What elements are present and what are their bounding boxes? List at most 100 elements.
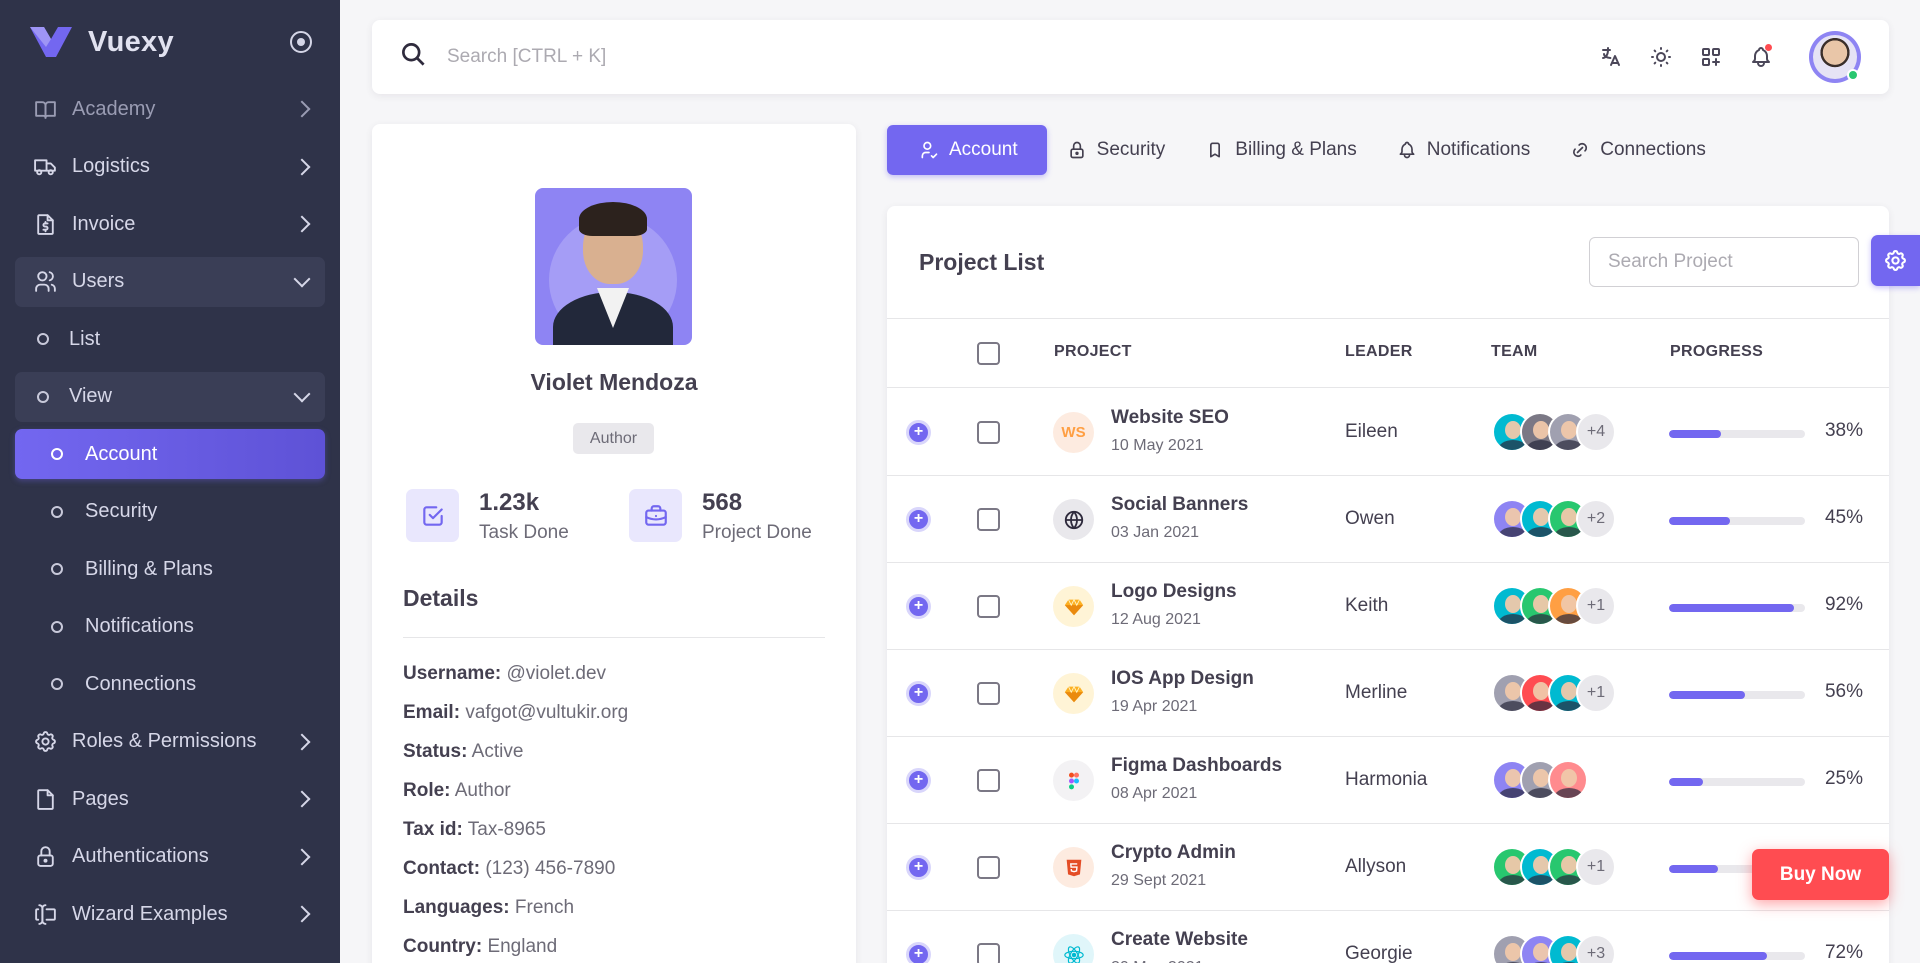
brand-name: Vuexy [88, 25, 174, 58]
sidebar-item-list[interactable]: List [15, 314, 325, 364]
progress-fill [1669, 865, 1718, 873]
bookmark-icon [1210, 142, 1221, 158]
sidebar-item-wizard-examples[interactable]: Wizard Examples [15, 889, 325, 939]
tab-billing-plans[interactable]: Billing & Plans [1185, 125, 1376, 175]
project-name[interactable]: IOS App Design [1111, 668, 1254, 690]
tab-account[interactable]: Account [887, 125, 1047, 175]
sidebar-item-label: Academy [72, 97, 156, 120]
team-more-count[interactable]: +1 [1576, 847, 1616, 887]
sidebar-item-logistics[interactable]: Logistics [15, 142, 325, 192]
bell-icon [1399, 141, 1415, 159]
progress-percent: 92% [1824, 594, 1863, 615]
sidebar-toggle-icon[interactable] [290, 31, 312, 53]
sidebar-item-authentications[interactable]: Authentications [15, 832, 325, 882]
tab-notifications[interactable]: Notifications [1377, 125, 1551, 175]
project-name[interactable]: Social Banners [1111, 494, 1248, 516]
sun-icon[interactable] [1649, 45, 1673, 69]
topbar [372, 20, 1889, 94]
row-expand-button[interactable]: + [906, 768, 931, 793]
sidebar-item-label: Invoice [72, 212, 136, 235]
row-expand-button[interactable]: + [906, 420, 931, 445]
row-checkbox[interactable] [977, 682, 1000, 705]
project-name[interactable]: Create Website [1111, 929, 1248, 951]
row-expand-button[interactable]: + [906, 855, 931, 880]
buy-now-button[interactable]: Buy Now [1752, 849, 1889, 900]
team-more-count[interactable]: +3 [1576, 934, 1616, 963]
column-header-leader[interactable]: LEADER [1345, 343, 1413, 361]
translate-icon[interactable] [1599, 45, 1623, 69]
bell-icon[interactable] [1749, 44, 1773, 69]
progress-fill [1669, 778, 1703, 786]
project-name[interactable]: Figma Dashboards [1111, 755, 1282, 777]
team-more-count[interactable]: +2 [1576, 499, 1616, 539]
divider [403, 637, 825, 638]
sidebar-item-invoice[interactable]: Invoice [15, 199, 325, 249]
sidebar-item-notifications[interactable]: Notifications [15, 602, 325, 652]
select-all-checkbox[interactable] [977, 342, 1000, 365]
sidebar-item-label: Logistics [72, 155, 150, 177]
row-checkbox[interactable] [977, 421, 1000, 444]
book-icon [32, 96, 58, 122]
team-more-count[interactable]: +1 [1576, 673, 1616, 713]
search-input[interactable] [447, 46, 1047, 68]
progress-bar [1669, 604, 1805, 612]
tab-label: Notifications [1426, 139, 1531, 160]
row-expand-button[interactable]: + [906, 594, 931, 619]
stat-value: 1.23k [479, 489, 540, 516]
table-header: PROJECT LEADER TEAM PROGRESS [887, 318, 1889, 388]
sidebar-item-view[interactable]: View [15, 371, 325, 422]
tab-connections[interactable]: Connections [1550, 125, 1726, 175]
globe-icon [1053, 499, 1094, 540]
team-more-count[interactable]: +1 [1576, 586, 1616, 626]
row-expand-button[interactable]: + [906, 507, 931, 532]
progress-percent: 25% [1824, 768, 1863, 789]
row-expand-button[interactable]: + [906, 942, 931, 963]
row-checkbox[interactable] [977, 856, 1000, 879]
search-project-input[interactable] [1589, 237, 1859, 287]
project-leader: Harmonia [1345, 769, 1428, 790]
sidebar-item-connections[interactable]: Connections [15, 659, 325, 709]
column-header-team[interactable]: TEAM [1491, 343, 1538, 361]
sidebar-item-academy[interactable]: Academy [15, 84, 325, 134]
tab-security[interactable]: Security [1047, 125, 1186, 175]
column-header-progress[interactable]: PROGRESS [1670, 343, 1763, 361]
sidebar-item-security[interactable]: Security [15, 487, 325, 537]
chevron-right-icon [293, 848, 311, 865]
progress-percent: 56% [1824, 681, 1863, 702]
row-checkbox[interactable] [977, 943, 1000, 963]
project-name[interactable]: Logo Designs [1111, 581, 1237, 603]
team-avatars: +1 [1492, 847, 1616, 887]
row-expand-button[interactable]: + [906, 681, 931, 706]
progress-bar [1669, 430, 1805, 438]
truck-icon [32, 154, 58, 180]
search-icon[interactable] [400, 41, 427, 73]
row-checkbox[interactable] [977, 595, 1000, 618]
user-avatar[interactable] [1809, 31, 1861, 83]
chevron-right-icon [293, 790, 311, 808]
account-tabs: Account Security Billing & Plans Notific… [887, 125, 1726, 175]
progress-fill [1669, 952, 1767, 960]
sidebar-item-roles-permissions[interactable]: Roles & Permissions [15, 717, 325, 767]
sidebar-item-billing-plans[interactable]: Billing & Plans [15, 544, 325, 594]
project-name[interactable]: Website SEO [1111, 407, 1229, 429]
customizer-settings-button[interactable] [1871, 235, 1920, 286]
project-list-title: Project List [919, 249, 1045, 275]
brand[interactable]: Vuexy [0, 0, 340, 84]
row-checkbox[interactable] [977, 769, 1000, 792]
column-header-project[interactable]: PROJECT [1054, 343, 1132, 361]
team-avatars: +1 [1492, 586, 1616, 626]
grid-plus-icon[interactable] [1699, 45, 1723, 69]
sidebar-item-users[interactable]: Users [15, 256, 325, 307]
row-checkbox[interactable] [977, 508, 1000, 531]
sidebar-item-label: List [69, 327, 101, 350]
sidebar-item-pages[interactable]: Pages [15, 774, 325, 824]
sidebar-item-label: Account [85, 442, 158, 465]
sidebar-item-account[interactable]: Account [15, 429, 325, 479]
table-row: + Figma Dashboards 08 Apr 2021 Harmonia 25% [887, 737, 1889, 824]
team-more-count[interactable]: +4 [1576, 412, 1616, 452]
team-member-avatar[interactable] [1548, 760, 1588, 800]
sidebar-item-label: Connections [85, 672, 197, 695]
chevron-down-icon [293, 270, 311, 287]
project-name[interactable]: Crypto Admin [1111, 842, 1236, 864]
circle-icon [51, 563, 63, 575]
